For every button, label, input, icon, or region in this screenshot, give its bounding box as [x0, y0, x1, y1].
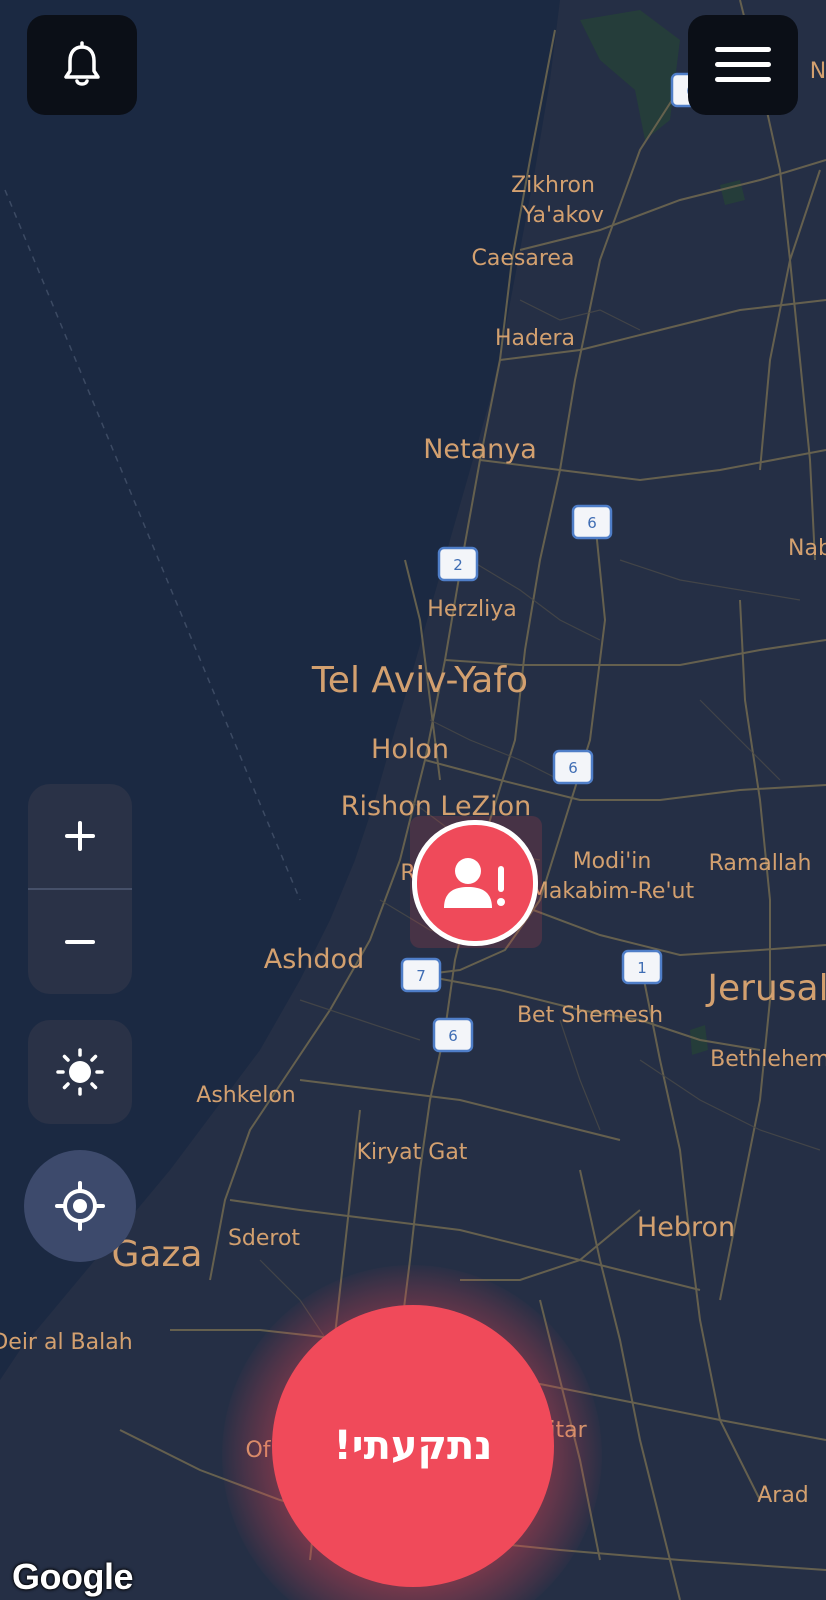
highway-shield-number: 1 [637, 959, 647, 977]
highway-shield-number: 6 [587, 514, 597, 532]
city-label: Nab [788, 536, 826, 561]
highway-shield-number: 2 [453, 556, 463, 574]
highway-shield-number: 6 [448, 1027, 458, 1045]
city-label: Caesarea [472, 246, 575, 271]
city-label: Makabim-Re'ut [530, 879, 695, 904]
marker-circle [412, 820, 538, 946]
city-label: Ramallah [709, 851, 812, 876]
city-label: Holon [371, 734, 449, 765]
highway-shield: 1 [621, 949, 663, 985]
user-alert-icon [444, 858, 505, 908]
crosshair-icon [55, 1181, 105, 1231]
city-label: Zikhron [511, 173, 595, 198]
highway-shield-number: 7 [416, 967, 426, 985]
sun-icon [56, 1048, 104, 1096]
zoom-controls [28, 784, 132, 994]
city-label: Arad [757, 1483, 809, 1508]
city-label: Deir al Balah [0, 1330, 133, 1355]
zoom-out-button[interactable] [28, 890, 132, 994]
stuck-sos-button[interactable]: נתקעתי! [272, 1305, 554, 1587]
sos-button-label: נתקעתי! [333, 1423, 493, 1469]
highway-shield: 6 [571, 504, 613, 540]
city-label: Gaza [112, 1234, 203, 1275]
app: Zikhron Ya'akov Caesarea Hadera Netanya Herzl… [0, 0, 826, 1600]
theme-toggle-button[interactable] [28, 1020, 132, 1124]
menu-button[interactable] [688, 15, 798, 115]
highway-shield: 6 [432, 1017, 474, 1053]
highway-shield: 2 [437, 546, 479, 582]
my-location-button[interactable] [24, 1150, 136, 1262]
city-label: Herzliya [427, 597, 516, 622]
user-location-marker[interactable] [410, 816, 542, 948]
city-label: Netanya [423, 434, 537, 465]
zoom-in-button[interactable] [28, 784, 132, 888]
city-label: Bethlehem [710, 1047, 826, 1072]
highway-shield-number: 6 [568, 759, 578, 777]
city-label: Ashkelon [196, 1083, 295, 1108]
city-label: Kiryat Gat [357, 1140, 468, 1165]
city-label: Jerusal [705, 968, 826, 1009]
minus-icon [65, 940, 95, 944]
city-label: Sderot [228, 1226, 300, 1251]
bell-icon [64, 41, 100, 86]
highway-shield: 6 [552, 749, 594, 785]
city-label: Hebron [637, 1212, 735, 1243]
city-label: Ya'akov [521, 203, 604, 228]
highway-shield: 7 [400, 957, 442, 993]
city-label: Hadera [495, 326, 575, 351]
plus-icon [65, 821, 95, 851]
hamburger-menu-icon [715, 47, 771, 82]
city-label: N [810, 59, 826, 84]
google-attribution: Google [12, 1556, 134, 1597]
notifications-button[interactable] [27, 15, 137, 115]
city-label: Tel Aviv-Yafo [311, 660, 528, 701]
city-label: Ashdod [264, 944, 364, 975]
city-label: Modi'in [573, 849, 652, 874]
city-label: Bet Shemesh [517, 1003, 663, 1028]
